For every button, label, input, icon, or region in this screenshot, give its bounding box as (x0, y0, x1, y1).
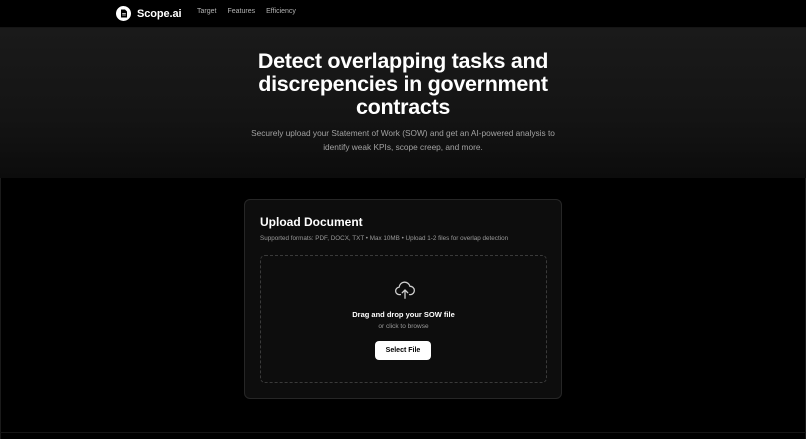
document-logo-icon (116, 6, 131, 21)
dropzone-title: Drag and drop your SOW file (352, 310, 455, 319)
hero-title-line: discrepencies in government (258, 72, 548, 96)
brand-name: Scope.ai (137, 7, 182, 20)
nav-link-efficiency[interactable]: Efficiency (266, 8, 296, 15)
top-nav: Scope.ai Target Features Efficiency (0, 0, 806, 28)
nav-link-features[interactable]: Features (227, 8, 255, 15)
brand[interactable]: Scope.ai (116, 5, 182, 22)
nav-link-target[interactable]: Target (197, 8, 216, 15)
upload-card: Upload Document Supported formats: PDF, … (244, 199, 562, 399)
hero-title-line: Detect overlapping tasks and (257, 49, 549, 73)
hero-subtitle-line: Securely upload your Statement of Work (… (251, 128, 555, 138)
hero-title-line: contracts (355, 95, 451, 119)
nav-links: Target Features Efficiency (197, 8, 296, 15)
hero-section: Detect overlapping tasks and discrepenci… (0, 28, 806, 178)
hero-title: Detect overlapping tasks and discrepenci… (0, 50, 806, 119)
select-file-button[interactable]: Select File (375, 341, 431, 360)
hero-subtitle: Securely upload your Statement of Work (… (0, 127, 806, 154)
dropzone-subtitle: or click to browse (378, 323, 429, 330)
hero-subtitle-line: identify weak KPIs, scope creep, and mor… (323, 141, 483, 152)
footer-divider (0, 432, 806, 433)
cloud-upload-icon (394, 279, 416, 301)
upload-title: Upload Document (260, 215, 363, 229)
file-dropzone[interactable]: Drag and drop your SOW file or click to … (260, 255, 547, 383)
upload-description: Supported formats: PDF, DOCX, TXT • Max … (260, 235, 509, 242)
